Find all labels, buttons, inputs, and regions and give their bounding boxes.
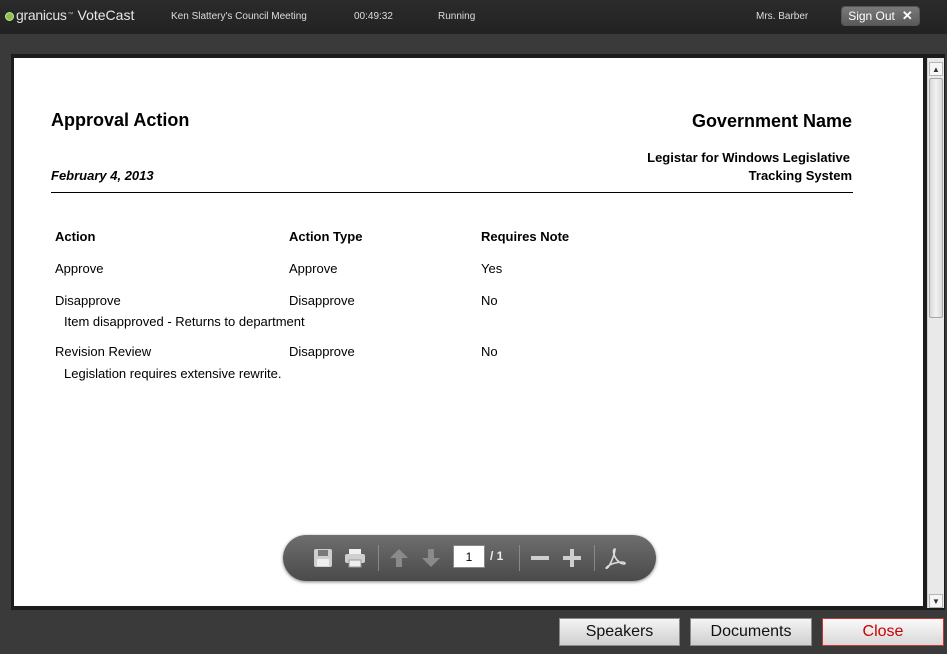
documents-button[interactable]: Documents [690,618,812,646]
column-header-requires-note: Requires Note [481,229,570,244]
column-header-action-type: Action Type [289,229,363,244]
document-scrollbar[interactable]: ▲ ▼ [927,58,944,608]
page-total: / 1 [490,549,504,563]
arrow-down-icon[interactable] [419,546,443,570]
acrobat-icon[interactable] [603,546,627,570]
logo-trademark: ™ [67,12,74,18]
page-number-input[interactable] [453,545,485,568]
top-bar: granicus ™ VoteCast Ken Slattery's Counc… [0,0,947,34]
document-page: Approval Action Government Name Legistar… [14,58,923,606]
sign-out-label: Sign Out [848,9,895,23]
document-title: Approval Action [51,110,190,130]
print-icon[interactable] [343,546,367,570]
toolbar-divider [378,545,379,571]
logo-brand: granicus [16,7,67,23]
granicus-logo: granicus ™ VoteCast [5,7,134,23]
row-requires-note: No [481,293,498,308]
toolbar-divider [519,545,520,571]
logo-mark-icon [5,12,14,21]
close-button[interactable]: Close [822,618,944,646]
zoom-out-icon[interactable] [528,546,552,570]
row-note: Item disapproved - Returns to department [64,314,305,329]
pdf-toolbar: / 1 [283,535,656,581]
government-name: Government Name [691,111,852,131]
close-icon: ✕ [901,8,913,23]
meeting-name: Ken Slattery's Council Meeting [171,11,307,22]
row-requires-note: No [481,344,498,359]
arrow-up-icon[interactable] [387,546,411,570]
system-name-line1: Legistar for Windows Legislative [647,150,850,165]
save-icon[interactable] [311,546,335,570]
scroll-up-arrow-icon[interactable]: ▲ [929,62,943,76]
logo-product: VoteCast [77,7,135,23]
row-action: Disapprove [55,293,121,308]
scroll-down-arrow-icon[interactable]: ▼ [929,594,943,608]
document-date: February 4, 2013 [51,168,154,183]
toolbar-divider [594,545,595,571]
scroll-thumb[interactable] [929,78,943,318]
zoom-in-icon[interactable] [560,546,584,570]
sign-out-button[interactable]: Sign Out ✕ [841,6,920,26]
current-user: Mrs. Barber [756,11,809,22]
row-action: Revision Review [55,344,152,359]
header-divider [51,192,853,193]
row-action: Approve [55,261,104,276]
row-action-type: Approve [289,261,338,276]
row-action-type: Disapprove [289,344,355,359]
row-note: Legislation requires extensive rewrite. [64,366,282,381]
meeting-status: Running [438,11,476,22]
system-name-line2: Tracking System [748,168,852,183]
column-header-action: Action [55,229,96,244]
row-requires-note: Yes [481,261,503,276]
row-action-type: Disapprove [289,293,355,308]
speakers-button[interactable]: Speakers [559,618,680,646]
meeting-timer: 00:49:32 [354,11,393,22]
